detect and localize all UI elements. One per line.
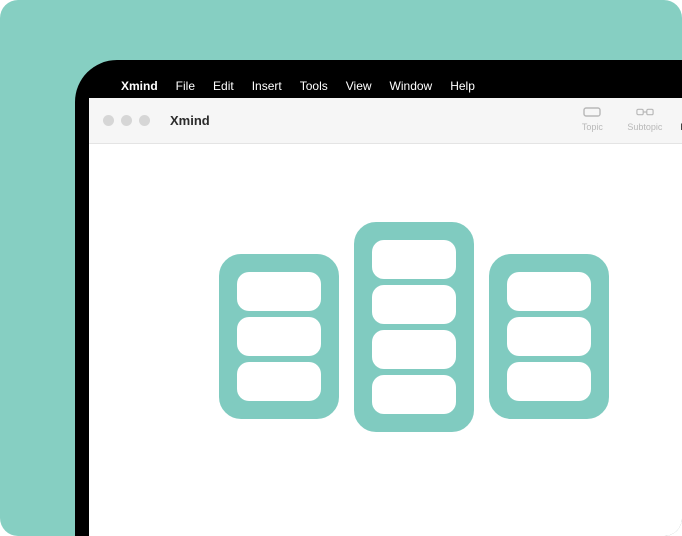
toolbar-subtopic-button[interactable]: Subtopic (627, 104, 662, 132)
mindmap-canvas[interactable] (89, 144, 682, 536)
menubar-insert[interactable]: Insert (252, 79, 282, 93)
app-toolbar: Topic Subtopic Relationship (575, 98, 682, 143)
column-cell[interactable] (372, 285, 456, 324)
column-cell[interactable] (507, 317, 591, 356)
window-titlebar: Xmind Topic Subtopic (89, 98, 682, 144)
column-shape-right[interactable] (489, 254, 609, 419)
column-cell[interactable] (372, 240, 456, 279)
window-minimize-icon[interactable] (121, 115, 132, 126)
menubar-app-name[interactable]: Xmind (121, 79, 158, 93)
column-cell[interactable] (237, 272, 321, 311)
column-cell[interactable] (237, 317, 321, 356)
menubar-edit[interactable]: Edit (213, 79, 234, 93)
laptop-screen: Xmind File Edit Insert Tools View Window… (89, 74, 682, 536)
window-close-icon[interactable] (103, 115, 114, 126)
window-title: Xmind (170, 113, 210, 128)
column-shape-left[interactable] (219, 254, 339, 419)
menubar-window[interactable]: Window (390, 79, 433, 93)
toolbar-subtopic-label: Subtopic (627, 122, 662, 132)
menubar-help[interactable]: Help (450, 79, 475, 93)
column-cell[interactable] (237, 362, 321, 401)
menubar-view[interactable]: View (346, 79, 372, 93)
column-cell[interactable] (507, 272, 591, 311)
column-cell[interactable] (372, 330, 456, 369)
menubar-tools[interactable]: Tools (300, 79, 328, 93)
column-shape-center[interactable] (354, 222, 474, 432)
column-cell[interactable] (372, 375, 456, 414)
topic-icon (583, 104, 601, 120)
window-traffic-lights[interactable] (103, 115, 150, 126)
window-zoom-icon[interactable] (139, 115, 150, 126)
toolbar-topic-label: Topic (582, 122, 603, 132)
subtopic-icon (636, 104, 654, 120)
menubar-file[interactable]: File (176, 79, 195, 93)
promo-stage: Xmind File Edit Insert Tools View Window… (0, 0, 682, 536)
macos-menubar: Xmind File Edit Insert Tools View Window… (89, 74, 682, 98)
toolbar-topic-button[interactable]: Topic (575, 104, 609, 132)
column-cell[interactable] (507, 362, 591, 401)
laptop-bezel: Xmind File Edit Insert Tools View Window… (75, 60, 682, 536)
